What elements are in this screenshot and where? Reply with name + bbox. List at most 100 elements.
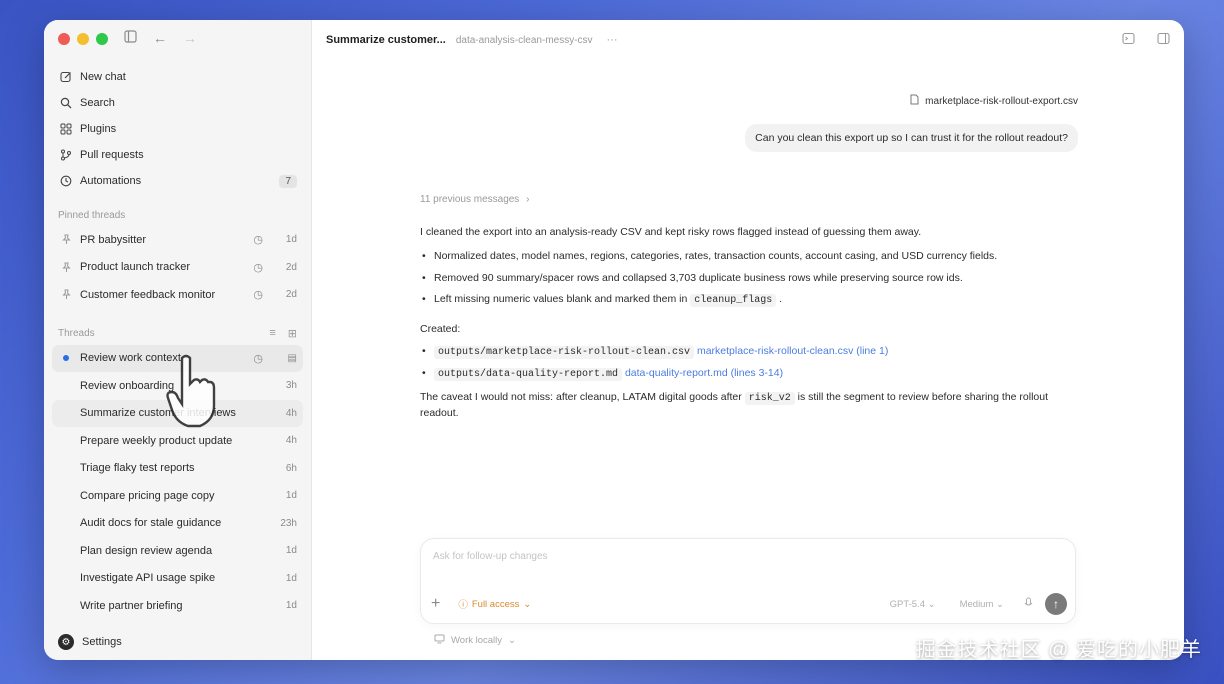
thread-time: 1d — [285, 234, 297, 246]
thread-item[interactable]: Write partner briefing 1d — [52, 592, 303, 620]
access-mode-dropdown[interactable]: ⓘ Full access ⌄ — [458, 597, 532, 612]
work-locally-label: Work locally — [451, 635, 503, 646]
nav-label: Search — [80, 97, 115, 109]
nav-label: Plugins — [80, 123, 117, 135]
section-label-text: Threads — [58, 328, 95, 339]
microphone-icon[interactable] — [1024, 597, 1033, 612]
pin-icon — [58, 289, 74, 300]
list-item: Removed 90 summary/spacer rows and colla… — [420, 271, 1080, 287]
back-arrow-icon[interactable]: ← — [153, 30, 167, 46]
monitor-icon — [434, 634, 445, 647]
thread-title: Write partner briefing — [80, 599, 183, 612]
attachment-filename: marketplace-risk-rollout-export.csv — [925, 95, 1078, 107]
file-path-code: outputs/marketplace-risk-rollout-clean.c… — [434, 346, 695, 359]
created-label: Created: — [420, 323, 461, 336]
thread-item[interactable]: Plan design review agenda 1d — [52, 537, 303, 565]
watermark-text: 掘金技术社区 @ 爱吃的小肥羊 — [915, 639, 1202, 661]
thread-title: Product launch tracker — [80, 261, 191, 274]
chat-header: Summarize customer... data-analysis-clea… — [312, 20, 1184, 60]
caveat-paragraph: The caveat I would not miss: after clean… — [420, 390, 1080, 422]
pinned-thread-item[interactable]: Product launch tracker ◷ 2d — [52, 254, 303, 282]
threads-heading: Threads ≡ ⊞ — [52, 323, 303, 345]
project-name[interactable]: data-analysis-clean-messy-csv — [456, 35, 593, 46]
nav-pull-requests[interactable]: Pull requests — [52, 142, 303, 168]
thread-time: 4h — [285, 407, 297, 419]
file-link[interactable]: data-quality-report.md (lines 3-14) — [625, 367, 783, 379]
toggle-sidebar-icon[interactable] — [124, 30, 137, 46]
automations-count-badge: 7 — [279, 174, 297, 188]
hand-cursor-icon — [166, 354, 216, 428]
pinned-thread-item[interactable]: Customer feedback monitor ◷ 2d — [52, 281, 303, 309]
clock-icon: ◷ — [253, 289, 263, 302]
thread-title: Customer feedback monitor — [80, 288, 216, 301]
nav-search[interactable]: Search — [52, 90, 303, 116]
pin-icon — [58, 234, 74, 245]
archive-icon[interactable]: ▤ — [277, 353, 297, 364]
gear-icon: ⚙ — [58, 634, 74, 650]
file-link[interactable]: marketplace-risk-rollout-clean.csv (line… — [697, 345, 888, 357]
user-message: Can you clean this export up so I can tr… — [745, 124, 1078, 152]
sidebar: ← → New chat Search Plugins Pull request… — [44, 20, 312, 660]
maximize-window-button[interactable] — [96, 33, 108, 45]
clock-icon: ◷ — [253, 261, 263, 274]
attachment-chip[interactable]: marketplace-risk-rollout-export.csv — [910, 94, 1078, 108]
nav-label: Pull requests — [80, 149, 144, 161]
clock-icon[interactable]: ◷ — [253, 352, 263, 365]
clock-icon: ◷ — [253, 234, 263, 247]
thread-item[interactable]: Triage flaky test reports 6h — [52, 455, 303, 483]
nav-label: Automations — [80, 175, 142, 187]
chevron-down-icon: ⌄ — [523, 598, 532, 610]
thread-time: 1d — [285, 490, 297, 502]
close-window-button[interactable] — [58, 33, 70, 45]
thread-title: Audit docs for stale guidance — [80, 517, 222, 530]
more-options-button[interactable]: ··· — [607, 34, 618, 46]
minimize-window-button[interactable] — [77, 33, 89, 45]
chevron-down-icon: ⌄ — [996, 598, 1004, 610]
message-composer[interactable]: Ask for follow-up changes + ⓘ Full acces… — [420, 538, 1076, 624]
forward-arrow-icon[interactable]: → — [183, 30, 197, 46]
thread-title: Prepare weekly product update — [80, 434, 233, 447]
sidebar-nav: New chat Search Plugins Pull requests Au… — [52, 64, 303, 620]
thread-time: 2d — [285, 289, 297, 301]
info-icon: ⓘ — [458, 600, 468, 611]
thread-item[interactable]: Compare pricing page copy 1d — [52, 482, 303, 510]
work-locally-dropdown[interactable]: Work locally ⌄ — [434, 634, 516, 647]
filter-icon[interactable]: ≡ — [269, 327, 275, 340]
settings-button[interactable]: ⚙ Settings — [58, 634, 122, 650]
thread-title-header: Summarize customer... — [326, 34, 446, 46]
new-folder-icon[interactable]: ⊞ — [288, 327, 297, 340]
message-intro: I cleaned the export into an analysis-re… — [420, 226, 922, 238]
send-button[interactable]: ↑ — [1045, 593, 1067, 615]
terminal-icon[interactable] — [1122, 32, 1135, 48]
inline-code: risk_v2 — [744, 392, 795, 405]
pinned-thread-item[interactable]: PR babysitter ◷ 1d — [52, 226, 303, 254]
branch-icon — [58, 149, 74, 161]
model-dropdown[interactable]: GPT-5.4 ⌄ — [890, 599, 936, 610]
nav-new-chat[interactable]: New chat — [52, 64, 303, 90]
thread-item[interactable]: Audit docs for stale guidance 23h — [52, 510, 303, 538]
created-files-list: outputs/marketplace-risk-rollout-clean.c… — [420, 344, 1080, 382]
effort-dropdown[interactable]: Medium ⌄ — [960, 599, 1004, 610]
nav-plugins[interactable]: Plugins — [52, 116, 303, 142]
thread-item[interactable]: Prepare weekly product update 4h — [52, 427, 303, 455]
chevron-down-icon: ⌄ — [927, 598, 936, 610]
list-item-text: Left missing numeric values blank and ma… — [434, 293, 688, 306]
pin-icon — [58, 262, 74, 273]
chevron-right-icon: › — [526, 194, 530, 205]
thread-time: 3h — [285, 380, 297, 392]
add-attachment-button[interactable]: + — [431, 595, 440, 613]
composer-input[interactable]: Ask for follow-up changes — [433, 551, 548, 562]
window-controls — [58, 33, 108, 45]
thread-title: PR babysitter — [80, 233, 147, 246]
clock-icon — [58, 175, 74, 187]
thread-time: 4h — [285, 435, 297, 447]
toggle-panel-icon[interactable] — [1157, 32, 1170, 48]
inline-code: cleanup_flags — [690, 294, 777, 308]
previous-messages-label: 11 previous messages — [420, 194, 520, 205]
thread-item[interactable]: Investigate API usage spike 1d — [52, 565, 303, 593]
nav-automations[interactable]: Automations 7 — [52, 168, 303, 194]
access-mode-label: Full access — [471, 598, 520, 610]
thread-title: Compare pricing page copy — [80, 489, 215, 502]
previous-messages-toggle[interactable]: 11 previous messages › — [420, 192, 1080, 207]
thread-time: 2d — [285, 261, 297, 273]
